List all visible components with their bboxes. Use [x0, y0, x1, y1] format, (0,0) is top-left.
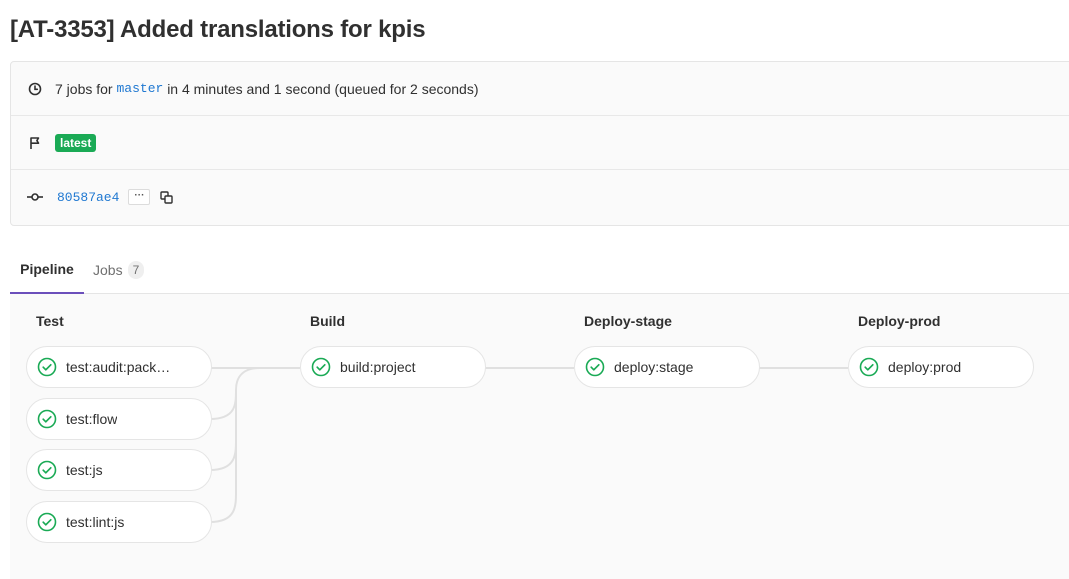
status-success-icon — [37, 460, 57, 480]
commit-row: 80587ae4 ··· — [11, 170, 1069, 224]
page-title: [AT-3353] Added translations for kpis — [10, 16, 426, 43]
job-test-lint-js[interactable]: test:lint:js — [26, 501, 212, 543]
job-label: test:lint:js — [66, 514, 125, 530]
job-label: build:project — [340, 359, 416, 375]
status-success-icon — [311, 357, 331, 377]
pipeline-page: [AT-3353] Added translations for kpis 7 … — [0, 0, 1069, 579]
tab-pipeline-label: Pipeline — [20, 261, 74, 277]
commit-icon — [27, 189, 43, 205]
job-deploy-stage[interactable]: deploy:stage — [574, 346, 760, 388]
pipeline-graph: Test Build Deploy-stage Deploy-prod test… — [10, 294, 1069, 579]
tab-pipeline[interactable]: Pipeline — [10, 246, 84, 294]
toggle-commit-description-button[interactable]: ··· — [128, 189, 151, 205]
job-label: test:audit:pack… — [66, 359, 171, 375]
jobs-summary-prefix: 7 jobs for — [55, 80, 113, 97]
job-label: test:js — [66, 462, 103, 478]
status-success-icon — [37, 357, 57, 377]
tab-jobs-label: Jobs — [93, 261, 123, 278]
tags-row: latest — [11, 116, 1069, 170]
stage-title-build: Build — [310, 313, 345, 329]
job-label: deploy:prod — [888, 359, 962, 375]
status-success-icon — [37, 512, 57, 532]
job-build-project[interactable]: build:project — [300, 346, 486, 388]
latest-badge: latest — [55, 133, 97, 152]
job-label: test:flow — [66, 411, 118, 427]
status-success-icon — [859, 357, 879, 377]
duration-row: 7 jobs for master in 4 minutes and 1 sec… — [11, 62, 1069, 116]
stage-title-deploy-prod: Deploy-prod — [858, 313, 941, 329]
pipeline-tabs: Pipeline Jobs 7 — [10, 246, 1069, 294]
job-deploy-prod[interactable]: deploy:prod — [848, 346, 1034, 388]
job-test-audit-packages[interactable]: test:audit:pack… — [26, 346, 212, 388]
stage-title-test: Test — [36, 313, 64, 329]
status-success-icon — [37, 409, 57, 429]
commit-sha-link[interactable]: 80587ae4 — [57, 190, 119, 205]
flag-icon — [27, 135, 43, 151]
clock-icon — [27, 81, 43, 97]
stage-title-deploy-stage: Deploy-stage — [584, 313, 672, 329]
job-label: deploy:stage — [614, 359, 694, 375]
jobs-summary-suffix: in 4 minutes and 1 second (queued for 2 … — [167, 80, 479, 97]
tab-jobs[interactable]: Jobs 7 — [93, 246, 145, 293]
job-test-flow[interactable]: test:flow — [26, 398, 212, 440]
job-test-js[interactable]: test:js — [26, 449, 212, 491]
copy-icon[interactable] — [158, 189, 174, 205]
jobs-count-badge: 7 — [127, 260, 145, 279]
pipeline-info-box: 7 jobs for master in 4 minutes and 1 sec… — [10, 61, 1069, 226]
status-success-icon — [585, 357, 605, 377]
branch-link[interactable]: master — [116, 81, 163, 96]
